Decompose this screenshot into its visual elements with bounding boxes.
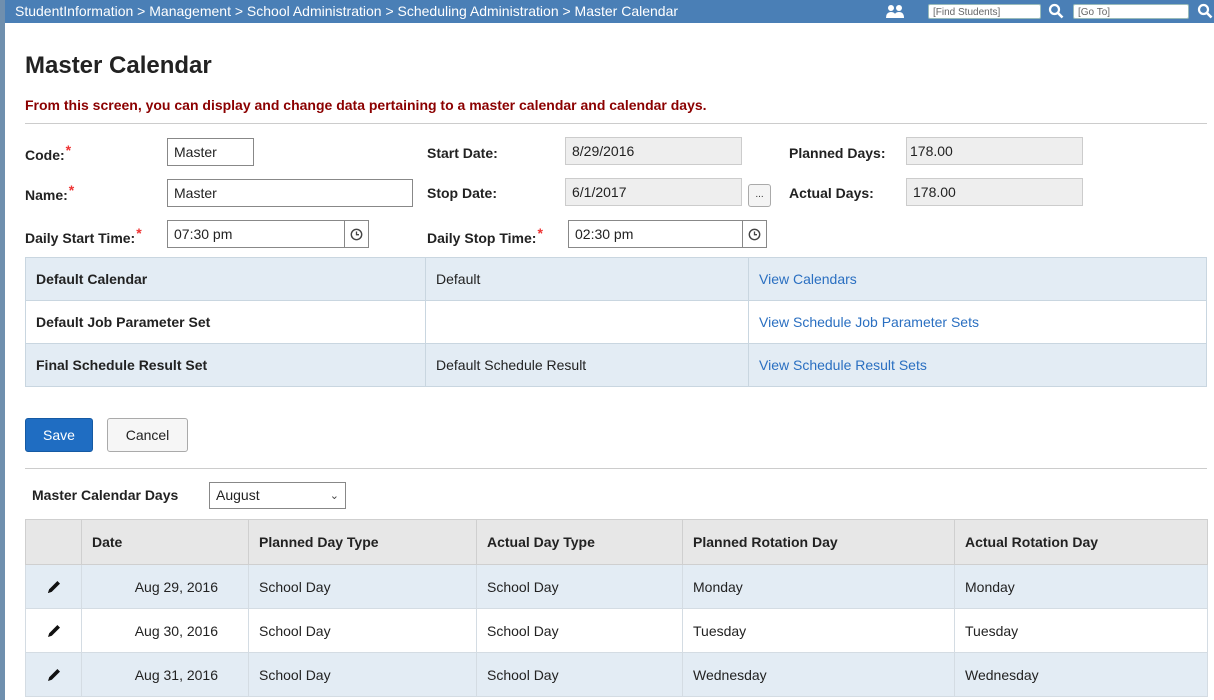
setting-name: Final Schedule Result Set [25, 343, 426, 387]
month-select[interactable]: August ⌄ [209, 482, 346, 509]
setting-link-cell: View Schedule Job Parameter Sets [748, 300, 1207, 344]
column-header-actual-day-type[interactable]: Actual Day Type [476, 519, 683, 565]
search-icon[interactable] [1197, 3, 1213, 19]
table-row: Default Job Parameter Set View Schedule … [25, 300, 1207, 344]
setting-value: Default Schedule Result [425, 343, 749, 387]
calendar-settings-table: Default Calendar Default View Calendars … [25, 257, 1207, 387]
table-row: Aug 29, 2016 School Day School Day Monda… [25, 564, 1208, 609]
planned-rotation-day-cell: Monday [682, 564, 955, 609]
planned-day-type-cell: School Day [248, 608, 477, 653]
column-header-planned-rotation-day[interactable]: Planned Rotation Day [682, 519, 955, 565]
planned-rotation-day-cell: Tuesday [682, 608, 955, 653]
daily-stop-time-label: Daily Stop Time:* [427, 225, 543, 246]
actual-rotation-day-cell: Monday [954, 564, 1208, 609]
daily-start-time-label: Daily Start Time:* [25, 225, 142, 246]
setting-link-cell: View Calendars [748, 257, 1207, 301]
edit-row-button[interactable] [25, 608, 82, 653]
actual-rotation-day-cell: Tuesday [954, 608, 1208, 653]
save-button[interactable]: Save [25, 418, 93, 452]
search-icon[interactable] [1048, 3, 1064, 19]
setting-name: Default Calendar [25, 257, 426, 301]
actual-days-field: 178.00 [906, 178, 1083, 206]
stop-date-field: 6/1/2017 [565, 178, 742, 206]
view-calendars-link[interactable]: View Calendars [759, 271, 857, 287]
planned-days-field: 178.00 [906, 137, 1083, 165]
planned-days-label: Planned Days: [789, 145, 886, 161]
name-label: Name:* [25, 182, 75, 203]
daily-start-time-input[interactable]: 07:30 pm [167, 220, 345, 248]
page-description: From this screen, you can display and ch… [25, 97, 707, 113]
date-cell: Aug 29, 2016 [81, 564, 249, 609]
find-students-input[interactable]: [Find Students] [928, 4, 1041, 19]
stop-date-label: Stop Date: [427, 185, 497, 201]
name-input[interactable]: Master [167, 179, 413, 207]
table-row: Final Schedule Result Set Default Schedu… [25, 343, 1207, 387]
pencil-icon [47, 668, 60, 681]
setting-link-cell: View Schedule Result Sets [748, 343, 1207, 387]
start-date-field: 8/29/2016 [565, 137, 742, 165]
table-row: Default Calendar Default View Calendars [25, 257, 1207, 301]
go-to-input[interactable]: [Go To] [1073, 4, 1189, 19]
clock-icon [350, 228, 363, 241]
code-input[interactable]: Master [167, 138, 254, 166]
date-cell: Aug 30, 2016 [81, 608, 249, 653]
actual-rotation-day-cell: Wednesday [954, 652, 1208, 697]
calendar-days-table: Date Planned Day Type Actual Day Type Pl… [25, 519, 1208, 697]
actual-day-type-cell: School Day [476, 652, 683, 697]
setting-name: Default Job Parameter Set [25, 300, 426, 344]
setting-value: Default [425, 257, 749, 301]
users-icon[interactable] [885, 3, 905, 19]
view-schedule-result-sets-link[interactable]: View Schedule Result Sets [759, 357, 927, 373]
clock-icon [748, 228, 761, 241]
setting-value [425, 300, 749, 344]
column-header-planned-day-type[interactable]: Planned Day Type [248, 519, 477, 565]
stop-time-picker-button[interactable] [743, 220, 767, 248]
edit-column-header [25, 519, 82, 565]
start-date-label: Start Date: [427, 145, 498, 161]
daily-stop-time-input[interactable]: 02:30 pm [568, 220, 743, 248]
edit-row-button[interactable] [25, 564, 82, 609]
actual-day-type-cell: School Day [476, 564, 683, 609]
column-header-actual-rotation-day[interactable]: Actual Rotation Day [954, 519, 1208, 565]
view-job-parameter-sets-link[interactable]: View Schedule Job Parameter Sets [759, 314, 979, 330]
edit-row-button[interactable] [25, 652, 82, 697]
date-picker-button[interactable]: ... [748, 184, 771, 207]
column-header-date[interactable]: Date [81, 519, 249, 565]
planned-day-type-cell: School Day [248, 652, 477, 697]
page-title: Master Calendar [25, 52, 212, 79]
chevron-down-icon: ⌄ [329, 490, 339, 502]
planned-rotation-day-cell: Wednesday [682, 652, 955, 697]
table-row: Aug 31, 2016 School Day School Day Wedne… [25, 652, 1208, 697]
table-header-row: Date Planned Day Type Actual Day Type Pl… [25, 519, 1208, 565]
cancel-button[interactable]: Cancel [107, 418, 188, 452]
pencil-icon [47, 580, 60, 593]
window-frame [0, 0, 5, 700]
planned-day-type-cell: School Day [248, 564, 477, 609]
date-cell: Aug 31, 2016 [81, 652, 249, 697]
pencil-icon [47, 624, 60, 637]
start-time-picker-button[interactable] [345, 220, 369, 248]
actual-day-type-cell: School Day [476, 608, 683, 653]
breadcrumb[interactable]: StudentInformation > Management > School… [15, 3, 678, 19]
table-row: Aug 30, 2016 School Day School Day Tuesd… [25, 608, 1208, 653]
code-label: Code:* [25, 142, 72, 163]
actual-days-label: Actual Days: [789, 185, 874, 201]
top-navigation-bar: StudentInformation > Management > School… [5, 0, 1214, 23]
divider [25, 123, 1207, 124]
master-calendar-days-label: Master Calendar Days [32, 487, 179, 503]
month-select-value: August [216, 487, 260, 503]
divider [25, 468, 1207, 469]
